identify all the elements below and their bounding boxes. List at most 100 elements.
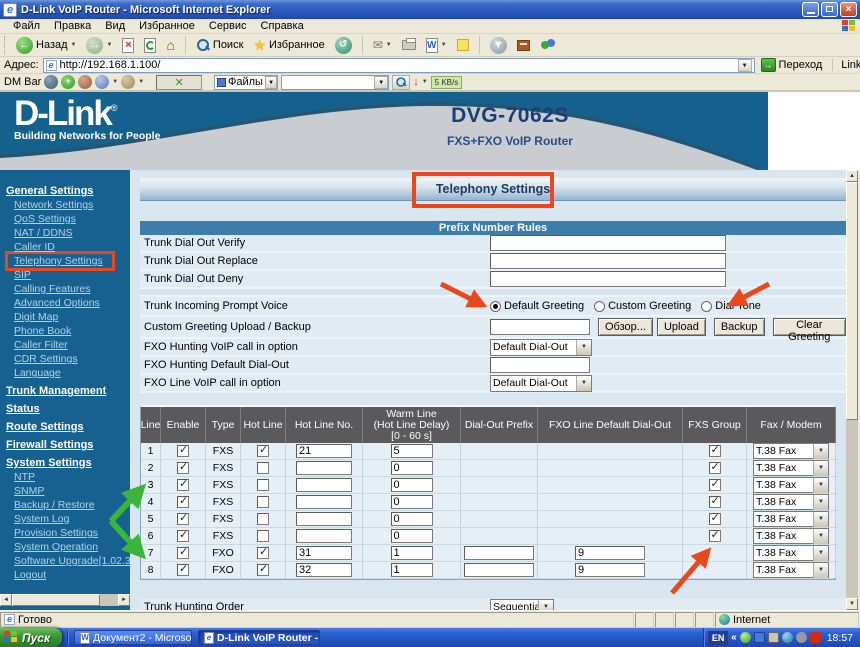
scrollbar-thumb[interactable] <box>846 182 858 420</box>
text-input[interactable] <box>490 235 726 251</box>
edit-dropdown-icon[interactable]: ▼ <box>441 42 447 48</box>
fax-modem-select[interactable]: T.38 Fax▼ <box>753 511 829 527</box>
hot-line-checkbox[interactable] <box>257 479 269 491</box>
sidebar-item[interactable]: System Log <box>8 512 112 526</box>
volume-tray-icon[interactable] <box>796 632 807 643</box>
radio-option[interactable]: Default Greeting <box>490 300 584 312</box>
language-indicator[interactable]: EN <box>708 631 728 645</box>
fxo-default-dial-out-input[interactable] <box>575 563 645 577</box>
trunk-hunting-select[interactable]: Sequential ▼ <box>490 599 554 611</box>
select-arrow-icon[interactable]: ▼ <box>813 512 828 527</box>
menu-item[interactable]: Справка <box>254 20 311 32</box>
select-arrow-icon[interactable]: ▼ <box>576 340 591 355</box>
tray-chevron-icon[interactable]: « <box>731 632 737 643</box>
text-input[interactable] <box>490 253 726 269</box>
sidebar-item[interactable]: SNMP <box>8 484 112 498</box>
menu-item[interactable]: Сервис <box>202 20 254 32</box>
fax-modem-select[interactable]: T.38 Fax▼ <box>753 528 829 544</box>
dm-add-icon[interactable]: + <box>61 75 75 89</box>
sidebar-section[interactable]: Firewall Settings <box>6 438 112 452</box>
sidebar-item[interactable]: NTP <box>8 470 112 484</box>
mail-button[interactable]: ✉ ▼ <box>369 37 396 53</box>
scrollbar-thumb[interactable] <box>12 594 100 606</box>
hot-line-no-input[interactable] <box>296 444 352 458</box>
scroll-left-icon[interactable]: ◄ <box>0 594 12 606</box>
file-path-input[interactable] <box>490 319 590 335</box>
vertical-scrollbar[interactable]: ▲ ▼ <box>846 170 858 610</box>
select-arrow-icon[interactable]: ▼ <box>576 376 591 391</box>
dm-folder-icon[interactable] <box>121 75 135 89</box>
discuss-button[interactable] <box>453 38 473 52</box>
dm-download-icon[interactable]: ↓ <box>413 76 419 88</box>
network-tray-icon[interactable] <box>754 632 765 643</box>
toolbar-grip[interactable] <box>4 36 7 54</box>
sidebar-horizontal-scrollbar[interactable]: ◄ ► <box>0 594 130 606</box>
warm-line-input[interactable] <box>391 529 433 543</box>
menu-item[interactable]: Правка <box>47 20 98 32</box>
hot-line-no-input[interactable] <box>296 512 352 526</box>
sidebar-item[interactable]: Digit Map <box>8 310 112 324</box>
dm-refresh-icon[interactable] <box>78 75 92 89</box>
fxs-group-checkbox[interactable]: ✓ <box>709 479 721 491</box>
fxs-group-checkbox[interactable]: ✓ <box>709 496 721 508</box>
forward-dropdown-icon[interactable]: ▼ <box>106 42 112 48</box>
radio-icon[interactable] <box>701 301 712 312</box>
hot-line-no-input[interactable] <box>296 461 352 475</box>
edit-word-button[interactable]: W ▼ <box>422 37 451 54</box>
radio-option[interactable]: Custom Greeting <box>594 300 691 312</box>
select-arrow-icon[interactable]: ▼ <box>813 444 828 459</box>
warm-line-input[interactable] <box>391 478 433 492</box>
fax-modem-select[interactable]: T.38 Fax▼ <box>753 477 829 493</box>
mail-dropdown-icon[interactable]: ▼ <box>386 42 392 48</box>
sidebar-item[interactable]: Network Settings <box>8 198 112 212</box>
warm-line-input[interactable] <box>391 444 433 458</box>
sidebar-section[interactable]: General Settings <box>6 184 112 198</box>
sidebar-item[interactable]: Advanced Options <box>8 296 112 310</box>
fax-modem-select[interactable]: T.38 Fax▼ <box>753 545 829 561</box>
dm-search-dropdown-icon[interactable]: ▼ <box>374 76 388 89</box>
keyboard-tray-icon[interactable] <box>768 632 779 643</box>
dm-home-icon[interactable] <box>95 75 109 89</box>
hot-line-checkbox[interactable]: ✓ <box>257 547 269 559</box>
sidebar-section[interactable]: Status <box>6 402 112 416</box>
home-button[interactable]: ⌂ <box>162 36 178 54</box>
enable-checkbox[interactable]: ✓ <box>177 462 189 474</box>
scroll-up-icon[interactable]: ▲ <box>846 170 858 182</box>
hot-line-checkbox[interactable] <box>257 530 269 542</box>
hot-line-checkbox[interactable] <box>257 513 269 525</box>
radio-icon[interactable] <box>594 301 605 312</box>
hot-line-checkbox[interactable]: ✓ <box>257 564 269 576</box>
go-button[interactable]: → Переход <box>761 58 823 72</box>
sidebar-item[interactable]: Provision Settings <box>8 526 112 540</box>
dropdown-select[interactable]: Default Dial-Out▼ <box>490 339 592 356</box>
task-word-document[interactable]: W Документ2 - Microsoft ... <box>74 630 192 645</box>
research-button[interactable] <box>513 39 534 52</box>
dm-home-dropdown-icon[interactable]: ▼ <box>112 79 118 85</box>
sidebar-section[interactable]: System Settings <box>6 456 112 470</box>
sidebar-item[interactable]: Phone Book <box>8 324 112 338</box>
stop-button[interactable]: × <box>118 37 138 54</box>
dm-download-dropdown-icon[interactable]: ▼ <box>422 79 428 85</box>
enable-checkbox[interactable]: ✓ <box>177 479 189 491</box>
dm-search-combo[interactable]: ▼ <box>281 75 389 90</box>
minimize-button[interactable] <box>802 2 819 17</box>
search-button[interactable]: Поиск <box>192 37 247 53</box>
hot-line-checkbox[interactable]: ✓ <box>257 445 269 457</box>
update-tray-icon[interactable] <box>782 632 793 643</box>
text-input[interactable] <box>490 271 726 287</box>
scroll-down-icon[interactable]: ▼ <box>846 598 858 610</box>
sidebar-item[interactable]: Telephony Settings <box>8 254 112 268</box>
fxo-default-dial-out-input[interactable] <box>575 546 645 560</box>
warm-line-input[interactable] <box>391 495 433 509</box>
hot-line-no-input[interactable] <box>296 495 352 509</box>
select-arrow-icon[interactable]: ▼ <box>813 546 828 561</box>
sidebar-item[interactable]: Language <box>8 366 112 380</box>
hot-line-no-input[interactable] <box>296 478 352 492</box>
fax-modem-select[interactable]: T.38 Fax▼ <box>753 562 829 578</box>
select-arrow-icon[interactable]: ▼ <box>813 495 828 510</box>
radio-option[interactable]: Dial Tone <box>701 300 761 312</box>
warm-line-input[interactable] <box>391 546 433 560</box>
menu-item[interactable]: Избранное <box>132 20 202 32</box>
fxs-group-checkbox[interactable]: ✓ <box>709 530 721 542</box>
enable-checkbox[interactable]: ✓ <box>177 496 189 508</box>
